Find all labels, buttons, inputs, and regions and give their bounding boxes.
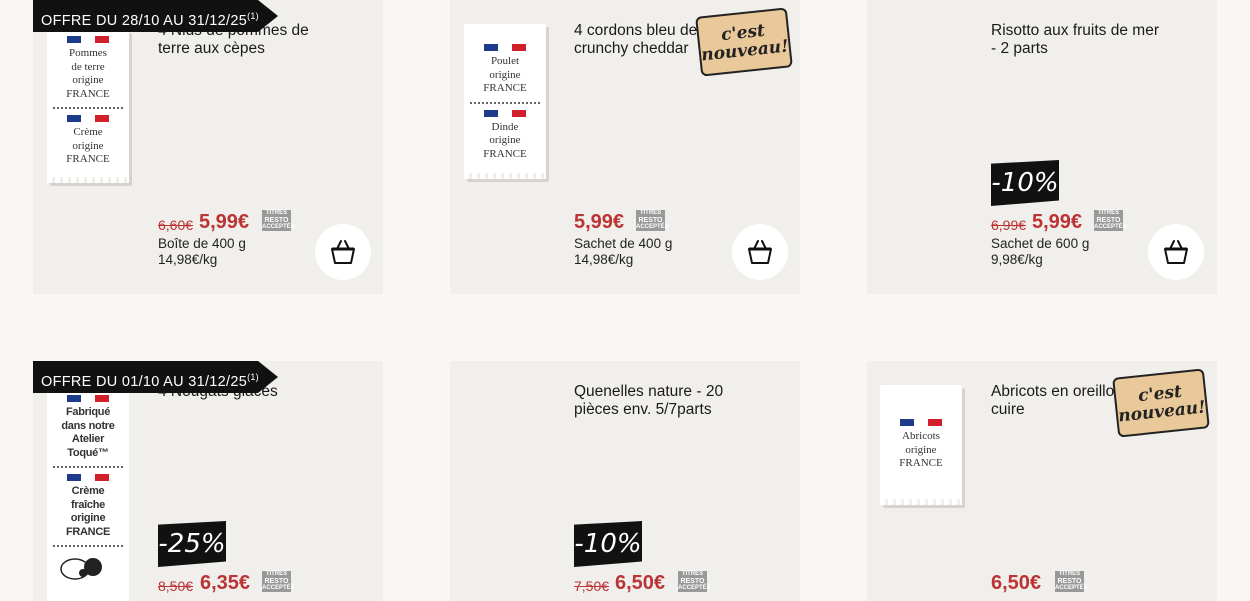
titres-resto-icon: TITRES RESTO ACCEPTÉS [678,571,711,592]
shopping-basket-icon [1164,240,1188,264]
french-flag-icon [47,474,129,481]
label-line: origine [905,443,937,456]
product-card[interactable]: Quenelles nature - 20 pièces env. 5/7par… [450,361,800,601]
price: 6,50€ [991,572,1042,594]
french-flag-icon [880,419,962,426]
label-line: Fabriqué [65,406,111,418]
label-line: Abricots [902,430,940,442]
shopping-basket-icon [331,240,355,264]
pack-size: Sachet de 600 g [991,236,1090,251]
label-line: de terre [71,60,105,73]
offer-footnote: (1) [247,372,259,382]
label-line: origine [489,134,521,146]
label-line: dans notre [61,419,115,432]
old-price: 7,50€ [574,578,610,594]
label-line: origine [70,512,106,524]
titres-resto-icon: TITRES RESTO ACCEPTÉS [1094,210,1127,231]
origin-label: Fabriqué dans notre Atelier Toqué™ Crème fr… [47,389,129,601]
cow-logo-icon [60,558,102,580]
product-card[interactable]: 4 cordons bleu de dinde crunchy cheddar … [450,0,800,294]
discount-badge: -10% [574,521,642,567]
price: 5,99€ [199,211,250,233]
price: 5,99€ [1032,211,1083,233]
old-price: 6,99€ [991,217,1027,233]
offer-footnote: (1) [247,11,259,21]
pack-size: Sachet de 400 g [574,236,673,251]
pack-size: Boîte de 400 g [158,236,246,251]
offer-banner: OFFRE DU 28/10 AU 31/12/25(1) [33,0,278,32]
origin-label: Abricots origine FRANCE [880,385,962,505]
add-to-basket-button[interactable] [732,224,788,280]
product-card[interactable]: 4 Nids de pommes de terre aux cèpes Pomm… [33,0,383,294]
shopping-basket-icon [748,240,772,264]
label-line: FRANCE [483,82,527,94]
label-line: fraîche [71,498,105,511]
french-flag-icon [47,36,129,43]
unit-price: 9,98€/kg [991,252,1043,267]
label-line: Crème [73,126,103,138]
add-to-basket-button[interactable] [1148,224,1204,280]
offer-banner: OFFRE DU 01/10 AU 31/12/25(1) [33,361,278,393]
origin-label: Poulet origine FRANCE Dinde origine FRANCE [464,24,546,179]
label-line: Atelier Toqué™ [67,433,109,459]
french-flag-icon [47,395,129,402]
label-line: Pommes [69,47,107,59]
label-line: FRANCE [66,153,110,165]
old-price: 8,50€ [158,578,194,594]
label-line: origine [489,68,521,81]
price: 5,99€ [574,211,625,233]
product-title[interactable]: Quenelles nature - 20 pièces env. 5/7par… [574,383,749,419]
french-flag-icon [464,44,546,51]
label-line: Poulet [490,55,520,67]
add-to-basket-button[interactable] [315,224,371,280]
label-line: Dinde [491,120,519,133]
unit-price: 14,98€/kg [574,252,634,267]
product-card[interactable]: Risotto aux fruits de mer - 2 parts -10%… [867,0,1217,294]
label-line: FRANCE [483,147,527,160]
label-line: FRANCE [65,525,111,538]
titres-resto-icon: TITRES RESTO ACCEPTÉS [636,210,669,231]
nouveau-badge: c'est nouveau! [695,7,793,77]
label-line: FRANCE [899,457,943,469]
french-flag-icon [47,115,129,122]
label-line: origine [72,139,104,152]
origin-label: Pommes de terre origine FRANCE Crème origine… [47,30,129,183]
nouveau-badge: c'est nouveau! [1112,368,1210,438]
price: 6,35€ [200,572,251,594]
french-flag-icon [464,109,546,117]
offer-banner-text: OFFRE DU 28/10 AU 31/12/25 [41,12,248,29]
product-card[interactable]: 4 Nougats glacés Fabriquédans notreAteli… [33,361,383,601]
label-line: origine [72,74,104,86]
offer-banner-text: OFFRE DU 01/10 AU 31/12/25 [41,373,248,390]
unit-price: 14,98€/kg [158,252,218,267]
titres-resto-icon: TITRES RESTO ACCEPTÉS [262,210,295,231]
price: 6,50€ [615,572,666,594]
titres-resto-icon: TITRES RESTO ACCEPTÉS [262,571,295,592]
titres-resto-icon: TITRES RESTO ACCEPTÉS [1055,571,1088,592]
label-line: FRANCE [66,87,110,100]
discount-badge: -25% [158,521,226,567]
discount-badge: -10% [991,160,1059,206]
product-card[interactable]: Abricots en oreillons à cuire c'est nouv… [867,361,1217,601]
old-price: 6,60€ [158,217,194,233]
product-title[interactable]: Risotto aux fruits de mer - 2 parts [991,22,1166,58]
label-line: Crème [71,485,105,497]
